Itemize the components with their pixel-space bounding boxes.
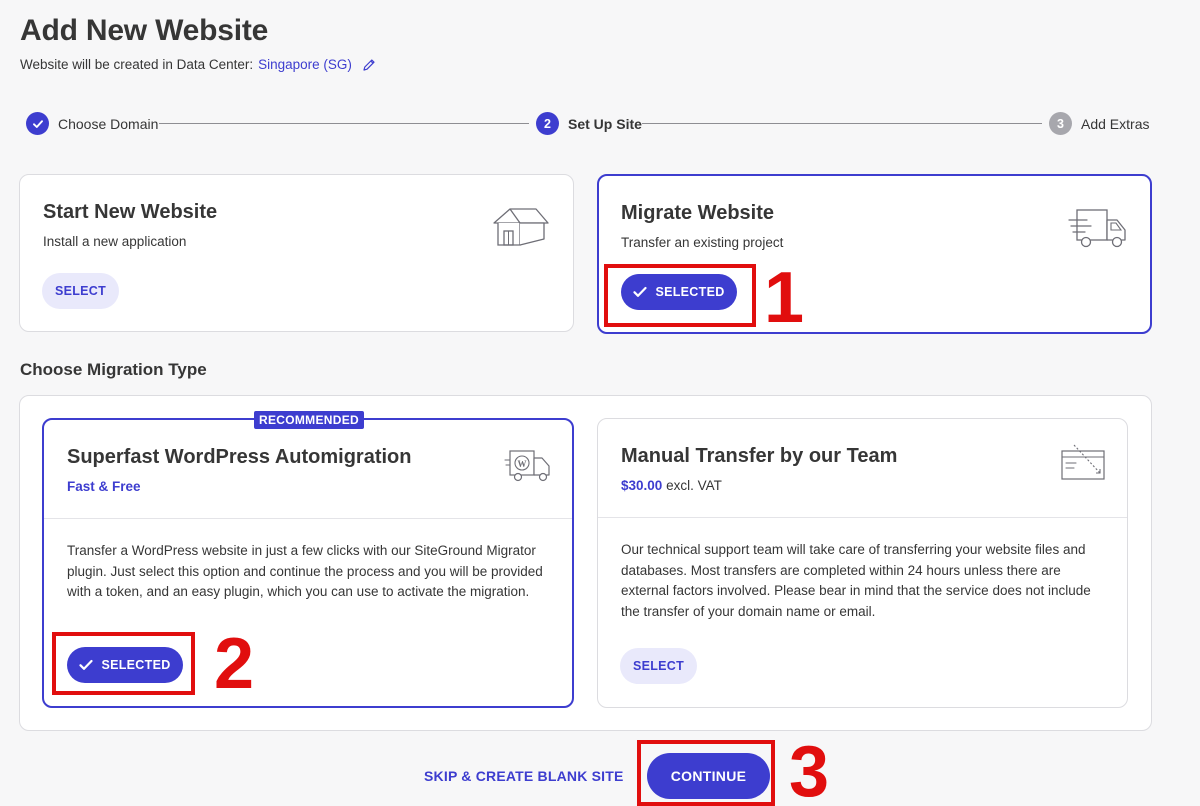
card-title: Migrate Website — [621, 202, 774, 224]
annotation-number-1: 1 — [764, 258, 805, 338]
check-icon — [26, 112, 49, 135]
browser-window-icon — [1060, 443, 1108, 488]
price-note: Fast & Free — [67, 479, 141, 494]
step-set-up-site[interactable]: 2 Set Up Site — [536, 112, 642, 135]
price-value: $30.00 — [621, 478, 663, 493]
select-button[interactable]: SELECT — [620, 648, 697, 684]
card-description: Our technical support team will take car… — [621, 542, 1091, 619]
start-new-website-card[interactable]: Start New Website Install a new applicat… — [19, 174, 574, 332]
step-choose-domain[interactable]: Choose Domain — [26, 112, 158, 135]
data-center-subtitle: Website will be created in Data Center: … — [20, 57, 376, 72]
step-label: Set Up Site — [568, 115, 642, 132]
wordpress-truck-icon: W — [504, 448, 554, 489]
step-label: Choose Domain — [58, 115, 159, 132]
step-add-extras[interactable]: 3 Add Extras — [1049, 112, 1149, 135]
card-description: Transfer an existing project — [621, 235, 784, 250]
truck-icon — [1067, 206, 1131, 255]
annotation-box-2 — [52, 632, 195, 695]
card-title: Manual Transfer by our Team — [621, 445, 898, 467]
card-description: Install a new application — [43, 234, 187, 249]
select-button[interactable]: SELECT — [42, 273, 119, 309]
card-description: Transfer a WordPress website in just a f… — [67, 543, 543, 599]
card-divider — [44, 518, 572, 519]
step-label: Add Extras — [1081, 115, 1150, 132]
section-title: Choose Migration Type — [20, 360, 207, 379]
card-title: Superfast WordPress Automigration — [67, 446, 412, 468]
svg-text:W: W — [518, 459, 527, 469]
price: $30.00 excl. VAT — [621, 478, 722, 493]
step-number: 2 — [536, 112, 559, 135]
annotation-box-3 — [637, 740, 775, 806]
annotation-number-2: 2 — [214, 624, 255, 704]
skip-create-blank-site-link[interactable]: SKIP & CREATE BLANK SITE — [424, 768, 624, 784]
price-suffix: excl. VAT — [666, 478, 722, 493]
page-title: Add New Website — [20, 14, 269, 47]
annotation-number-3: 3 — [789, 732, 830, 806]
stepper: Choose Domain 2 Set Up Site 3 Add Extras — [26, 112, 1150, 136]
recommended-badge: RECOMMENDED — [254, 411, 364, 429]
house-icon — [490, 205, 552, 254]
card-divider — [598, 517, 1127, 518]
step-number: 3 — [1049, 112, 1072, 135]
step-connector — [159, 123, 529, 124]
step-connector — [642, 123, 1042, 124]
data-center-label: Website will be created in Data Center: — [20, 57, 254, 72]
data-center-link[interactable]: Singapore (SG) — [258, 57, 352, 72]
manual-transfer-card[interactable]: Manual Transfer by our Team $30.00 excl.… — [597, 418, 1128, 708]
annotation-box-1 — [604, 264, 756, 327]
card-title: Start New Website — [43, 201, 218, 223]
pencil-icon[interactable] — [362, 58, 376, 72]
